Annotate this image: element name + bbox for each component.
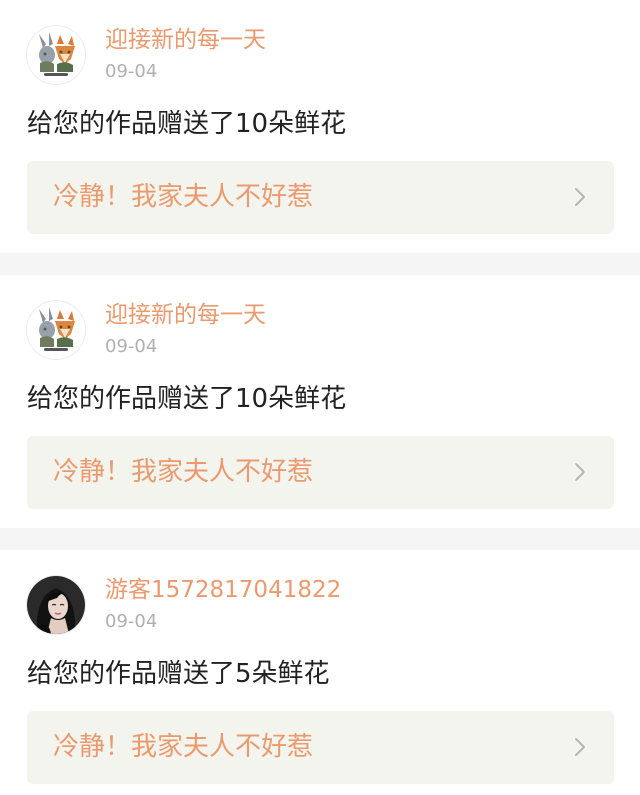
work-link-card[interactable]: 冷静！我家夫人不好惹: [27, 161, 614, 234]
avatar[interactable]: [27, 26, 85, 84]
fox-rabbit-avatar-icon: [27, 26, 85, 84]
gift-message: 给您的作品赠送了10朵鲜花: [27, 384, 347, 414]
work-link-card[interactable]: 冷静！我家夫人不好惹: [27, 436, 614, 509]
work-title: 冷静！我家夫人不好惹: [53, 457, 314, 487]
username[interactable]: 游客1572817041822: [105, 574, 341, 606]
timestamp: 09-04: [105, 61, 158, 82]
timestamp: 09-04: [105, 336, 158, 357]
gift-message: 给您的作品赠送了10朵鲜花: [27, 109, 347, 139]
notification-card: 迎接新的每一天 09-04 给您的作品赠送了10朵鲜花 冷静！我家夫人不好惹: [0, 0, 640, 253]
fox-rabbit-avatar-icon: [27, 301, 85, 359]
avatar[interactable]: [27, 576, 85, 634]
woman-portrait-avatar-icon: [27, 576, 85, 634]
chevron-right-icon: [574, 187, 586, 207]
gift-message: 给您的作品赠送了5朵鲜花: [27, 659, 330, 689]
username[interactable]: 迎接新的每一天: [105, 299, 266, 331]
work-link-card[interactable]: 冷静！我家夫人不好惹: [27, 711, 614, 784]
notification-feed: 迎接新的每一天 09-04 给您的作品赠送了10朵鲜花 冷静！我家夫人不好惹 迎…: [0, 0, 640, 795]
notification-card: 游客1572817041822 09-04 给您的作品赠送了5朵鲜花 冷静！我家…: [0, 550, 640, 795]
card-separator: [0, 528, 640, 550]
chevron-right-icon: [574, 737, 586, 757]
work-title: 冷静！我家夫人不好惹: [53, 732, 314, 762]
work-title: 冷静！我家夫人不好惹: [53, 182, 314, 212]
notification-card: 迎接新的每一天 09-04 给您的作品赠送了10朵鲜花 冷静！我家夫人不好惹: [0, 275, 640, 528]
timestamp: 09-04: [105, 611, 158, 632]
chevron-right-icon: [574, 462, 586, 482]
avatar[interactable]: [27, 301, 85, 359]
username[interactable]: 迎接新的每一天: [105, 24, 266, 56]
card-separator: [0, 253, 640, 275]
